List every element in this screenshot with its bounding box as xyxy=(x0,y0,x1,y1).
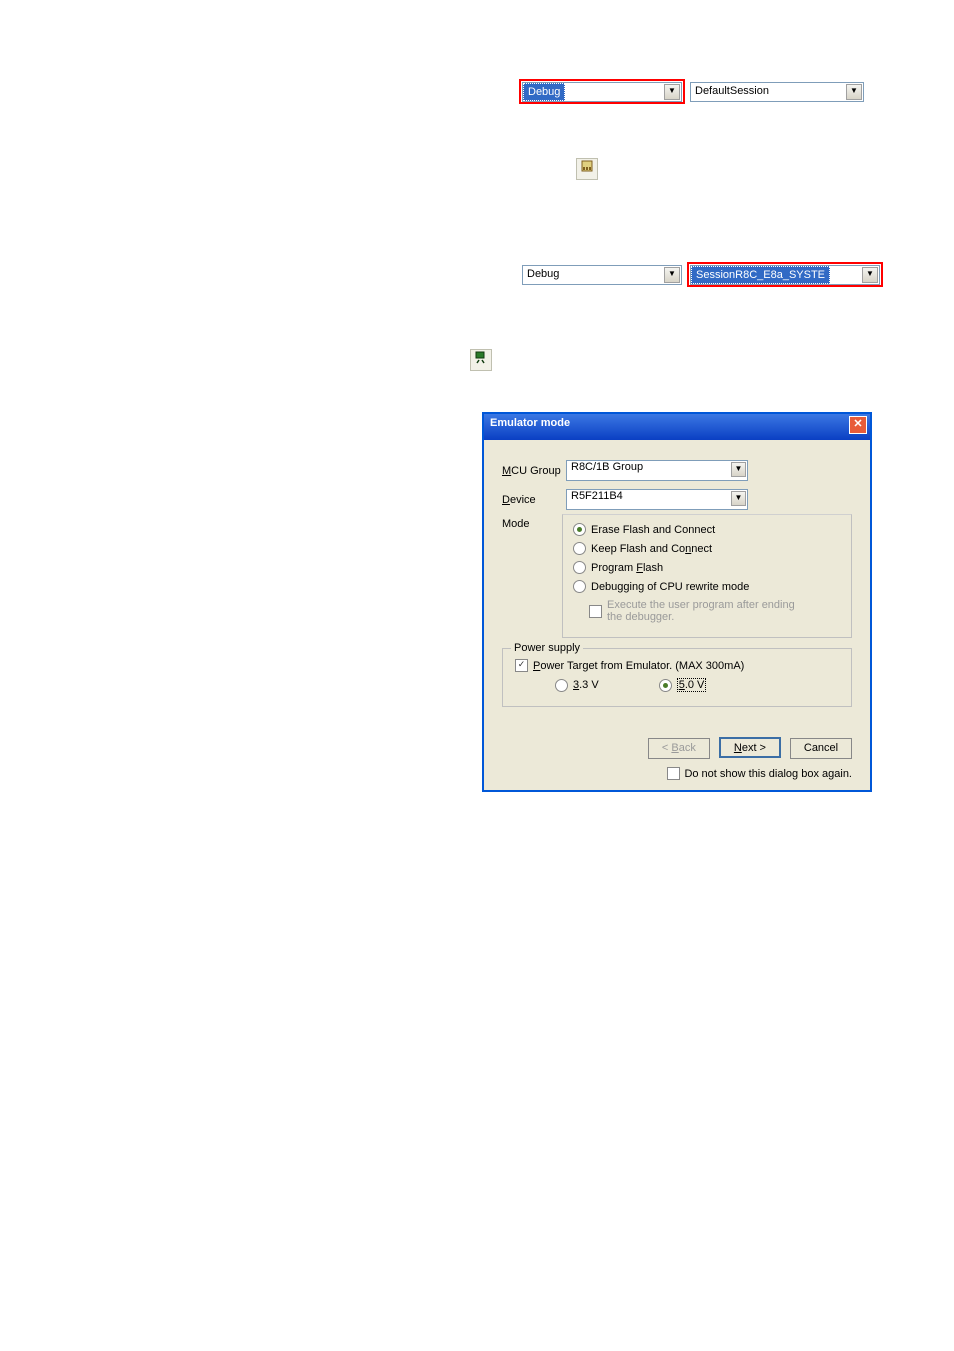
radio-program-flash[interactable]: Program Flash xyxy=(573,561,841,574)
checkbox-icon[interactable] xyxy=(667,767,680,780)
dialog-title: Emulator mode xyxy=(490,417,570,429)
noshow-label: Do not show this dialog box again. xyxy=(684,768,852,780)
power-target-label: Power Target from Emulator. (MAX 300mA) xyxy=(533,660,744,672)
radio-icon xyxy=(573,542,586,555)
dialog-footer: Do not show this dialog box again. xyxy=(502,767,852,780)
mode-group: Erase Flash and Connect Keep Flash and C… xyxy=(562,514,852,638)
chevron-down-icon[interactable]: ▼ xyxy=(846,84,862,100)
radio-icon xyxy=(659,679,672,692)
close-icon[interactable]: ✕ xyxy=(849,416,867,434)
radio-erase-flash[interactable]: Erase Flash and Connect xyxy=(573,523,841,536)
cancel-button[interactable]: Cancel xyxy=(790,738,852,759)
power-supply-legend: Power supply xyxy=(511,642,583,654)
device-combo[interactable]: R5F211B4 ▼ xyxy=(566,489,748,510)
mcu-group-label: MCU Group xyxy=(502,465,566,477)
config-value-1: Debug xyxy=(523,83,565,101)
radio-program-label: Program Flash xyxy=(591,562,663,574)
radio-icon xyxy=(573,580,586,593)
radio-icon xyxy=(573,561,586,574)
emulator-mode-dialog: Emulator mode ✕ MCU Group R8C/1B Group ▼… xyxy=(482,412,872,792)
radio-keep-label: Keep Flash and Connect xyxy=(591,543,712,555)
radio-5v0[interactable]: 5.0 V xyxy=(659,678,707,692)
chevron-down-icon[interactable]: ▼ xyxy=(731,462,746,477)
checkbox-icon xyxy=(589,605,602,618)
radio-keep-flash[interactable]: Keep Flash and Connect xyxy=(573,542,841,555)
mcu-group-value: R8C/1B Group xyxy=(567,459,647,475)
session-dropdown-2[interactable]: SessionR8C_E8a_SYSTE ▼ xyxy=(690,265,880,285)
chevron-down-icon[interactable]: ▼ xyxy=(862,267,878,283)
check-execute-after: Execute the user program after ending th… xyxy=(589,599,841,623)
radio-debug-cpu[interactable]: Debugging of CPU rewrite mode xyxy=(573,580,841,593)
session-dropdown-1[interactable]: DefaultSession ▼ xyxy=(690,82,864,102)
next-button[interactable]: Next > xyxy=(719,737,781,758)
power-supply-group: Power supply ✓ Power Target from Emulato… xyxy=(502,648,852,707)
chevron-down-icon[interactable]: ▼ xyxy=(731,491,746,506)
connect-icon[interactable] xyxy=(470,349,492,371)
mode-label: Mode xyxy=(502,518,566,530)
checkbox-icon: ✓ xyxy=(515,659,528,672)
config-dropdown-1[interactable]: Debug ▼ xyxy=(522,82,682,102)
session-value-1: DefaultSession xyxy=(691,83,773,99)
device-value: R5F211B4 xyxy=(567,488,627,504)
radio-icon xyxy=(555,679,568,692)
chevron-down-icon[interactable]: ▼ xyxy=(664,267,680,283)
v33-label: 3.3 V xyxy=(573,679,599,691)
config-dropdown-2[interactable]: Debug ▼ xyxy=(522,265,682,285)
back-button: < Back xyxy=(648,738,710,759)
check-power-target[interactable]: ✓ Power Target from Emulator. (MAX 300mA… xyxy=(515,659,839,672)
config-value-2: Debug xyxy=(523,266,563,282)
mcu-group-combo[interactable]: R8C/1B Group ▼ xyxy=(566,460,748,481)
v50-label: 5.0 V xyxy=(677,678,707,692)
device-label: Device xyxy=(502,494,566,506)
toolbar-icon-1[interactable] xyxy=(576,158,598,180)
radio-icon xyxy=(573,523,586,536)
session-value-2: SessionR8C_E8a_SYSTE xyxy=(691,266,830,284)
radio-debug-label: Debugging of CPU rewrite mode xyxy=(591,581,749,593)
radio-erase-label: Erase Flash and Connect xyxy=(591,524,715,536)
button-row: < Back Next > Cancel xyxy=(502,737,852,759)
radio-3v3[interactable]: 3.3 V xyxy=(555,678,599,692)
dialog-titlebar: Emulator mode ✕ xyxy=(484,414,870,440)
execute-after-label: Execute the user program after ending th… xyxy=(607,599,807,623)
chevron-down-icon[interactable]: ▼ xyxy=(664,84,680,100)
